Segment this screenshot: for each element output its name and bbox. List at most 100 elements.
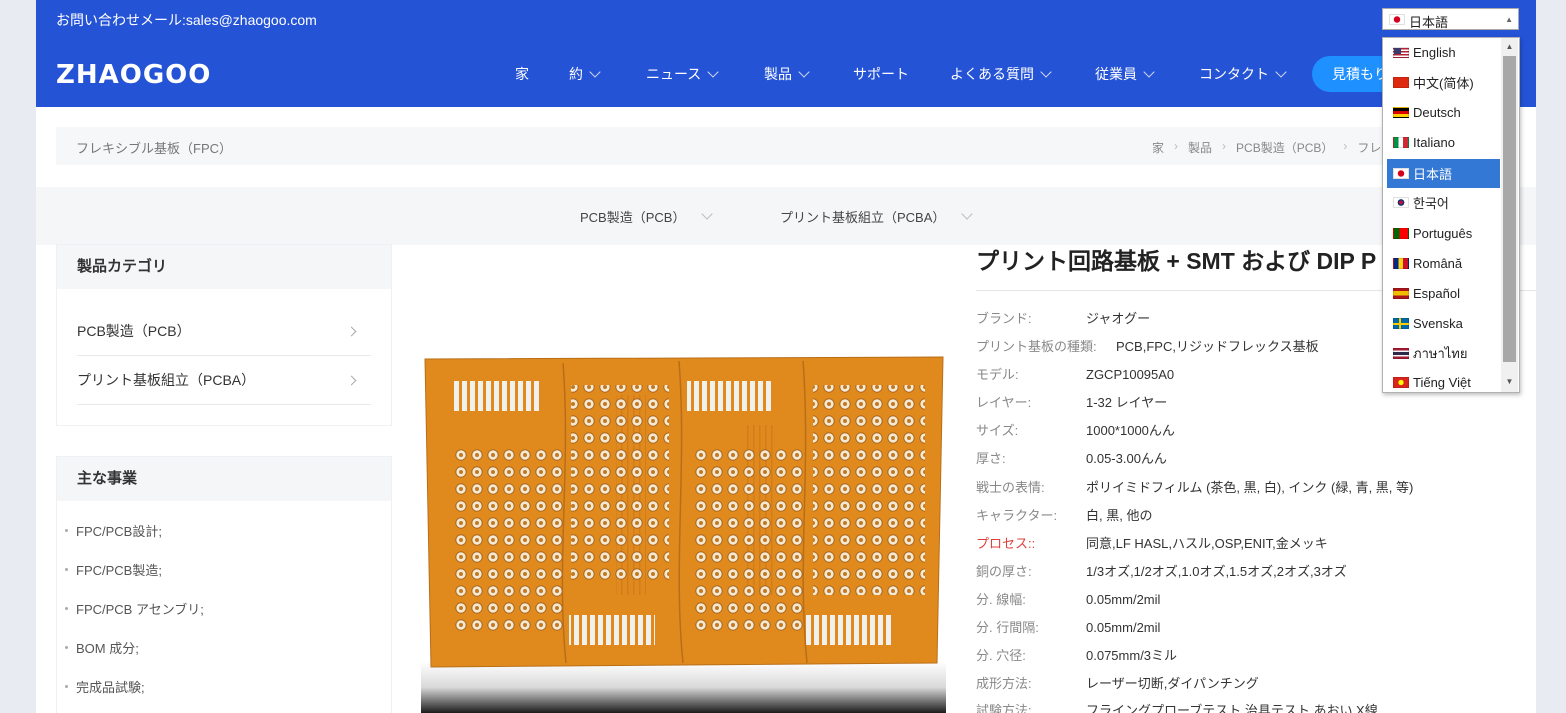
nav-about[interactable]: 約 — [569, 64, 601, 84]
spec-label: 試験方法: — [976, 703, 1032, 713]
language-option-japanese[interactable]: 日本語 — [1387, 159, 1500, 188]
language-option-label: Italiano — [1413, 135, 1455, 150]
nav-home[interactable]: 家 — [515, 64, 529, 84]
language-option-spanish[interactable]: Español — [1387, 279, 1500, 308]
spec-value: 1-32 レイヤー — [1086, 395, 1168, 410]
language-option-romanian[interactable]: Română — [1387, 249, 1500, 278]
language-option-korean[interactable]: 한국어 — [1387, 188, 1500, 217]
nav-label: 約 — [569, 66, 583, 82]
scroll-down-icon[interactable]: ▼ — [1503, 375, 1516, 389]
us-flag-icon — [1393, 47, 1409, 58]
language-option-chinese[interactable]: 中文(简体) — [1387, 68, 1500, 97]
spec-label: ブランド: — [976, 311, 1032, 326]
spec-value: ポリイミドフィルム (茶色, 黒, 白), インク (緑, 青, 黒, 等) — [1086, 480, 1414, 495]
scrollbar-thumb[interactable] — [1503, 56, 1516, 362]
breadcrumb-separator-icon: › — [1222, 139, 1227, 153]
chevron-down-icon — [798, 65, 810, 78]
sidebar-item-pcba[interactable]: プリント基板組立（PCBA） — [77, 356, 371, 405]
chevron-down-icon — [589, 65, 601, 78]
korea-flag-icon — [1393, 197, 1409, 208]
language-option-thai[interactable]: ภาษาไทย — [1387, 339, 1500, 368]
spec-label: 銅の厚さ: — [976, 564, 1032, 579]
breadcrumb-pcb[interactable]: PCB製造（PCB） — [1236, 139, 1333, 156]
nav-news[interactable]: ニュース — [646, 64, 719, 84]
spec-row: プロセス:: 同意,LF HASL,ハスル,OSP,ENIT,金メッキ — [976, 533, 1328, 553]
sidebar-categories-title: 製品カテゴリ — [57, 245, 391, 289]
spec-label: プリント基板の種類: — [976, 339, 1097, 354]
site-header: お問い合わせメール:sales@zhaogoo.com ZHAOGOO 家 約 … — [36, 0, 1536, 107]
tab-pcb-manufacturing[interactable]: PCB製造（PCB） — [580, 207, 714, 226]
bullet-icon — [65, 607, 68, 610]
nav-label: 従業員 — [1095, 66, 1137, 82]
chevron-down-icon — [701, 208, 714, 220]
breadcrumb-home[interactable]: 家 — [1152, 139, 1164, 156]
spec-value: ジャオグー — [1086, 311, 1151, 326]
list-item-label: 完成品試験; — [76, 680, 145, 695]
language-option-label: 中文(简体) — [1413, 76, 1474, 91]
list-item-label: FPC/PCB アセンブリ; — [76, 602, 204, 617]
contact-email[interactable]: お問い合わせメール:sales@zhaogoo.com — [56, 10, 317, 30]
nav-products[interactable]: 製品 — [764, 64, 810, 84]
chevron-down-icon — [707, 65, 719, 78]
spec-value: 0.05mm/2mil — [1086, 592, 1161, 607]
language-option-german[interactable]: Deutsch — [1387, 98, 1500, 127]
language-select[interactable]: 日本語 ▲ — [1382, 8, 1519, 30]
chevron-down-icon — [1040, 65, 1052, 78]
spec-value: 0.05mm/2mil — [1086, 620, 1161, 635]
breadcrumb-separator-icon: › — [1174, 139, 1179, 153]
spec-label: プロセス:: — [976, 536, 1036, 551]
tab-pcb-assembly[interactable]: プリント基板組立（PCBA） — [780, 207, 974, 226]
language-option-english[interactable]: English — [1387, 38, 1500, 67]
spec-row: キャラクター: 白, 黒, 他の — [976, 505, 1152, 525]
language-option-vietnamese[interactable]: Tiếng Việt — [1387, 368, 1500, 392]
sidebar-item-pcb[interactable]: PCB製造（PCB） — [77, 307, 371, 356]
japan-flag-icon — [1389, 14, 1405, 25]
page-title: フレキシブル基板（FPC） — [76, 141, 233, 156]
language-option-label: English — [1413, 45, 1456, 60]
nav-employees[interactable]: 従業員 — [1095, 64, 1155, 84]
language-option-portuguese[interactable]: Português — [1387, 219, 1500, 248]
spec-label: キャラクター: — [976, 508, 1058, 523]
list-item-label: FPC/PCB設計; — [76, 524, 162, 539]
language-option-italian[interactable]: Italiano — [1387, 128, 1500, 157]
site-logo[interactable]: ZHAOGOO — [56, 60, 211, 90]
spec-value: 0.05-3.00んん — [1086, 451, 1167, 466]
spec-label: サイズ: — [976, 423, 1019, 438]
nav-contact[interactable]: コンタクト — [1199, 64, 1287, 84]
spec-label: 成形方法: — [976, 676, 1032, 691]
nav-label: よくある質問 — [950, 66, 1034, 82]
spec-row: 厚さ: 0.05-3.00んん — [976, 448, 1167, 468]
spec-label: 分. 行間隔: — [976, 620, 1039, 635]
spec-label: 戦士の表情: — [976, 480, 1045, 495]
nav-label: 家 — [515, 66, 529, 82]
language-option-label: 한국어 — [1413, 196, 1449, 211]
product-title: プリント回路基板 + SMT および DIP P — [976, 248, 1377, 274]
nav-faq[interactable]: よくある質問 — [950, 64, 1052, 84]
spec-row: 戦士の表情: ポリイミドフィルム (茶色, 黒, 白), インク (緑, 青, 黒… — [976, 477, 1413, 497]
spec-label: 厚さ: — [976, 451, 1006, 466]
sweden-flag-icon — [1393, 318, 1409, 329]
italy-flag-icon — [1393, 137, 1409, 148]
bullet-icon — [65, 529, 68, 532]
language-option-swedish[interactable]: Svenska — [1387, 309, 1500, 338]
spec-row: 分. 行間隔: 0.05mm/2mil — [976, 617, 1160, 637]
nav-support[interactable]: サポート — [853, 64, 909, 84]
scroll-up-icon[interactable]: ▲ — [1503, 40, 1516, 54]
spec-value: 1/3オズ,1/2オズ,1.0オズ,1.5オズ,2オズ,3オズ — [1086, 564, 1347, 579]
spec-row: 試験方法: フライングプローブテスト,治具テスト,あおい,X線 — [976, 700, 1378, 713]
spec-value: 同意,LF HASL,ハスル,OSP,ENIT,金メッキ — [1086, 536, 1328, 551]
spec-row: 銅の厚さ: 1/3オズ,1/2オズ,1.0オズ,1.5オズ,2オズ,3オズ — [976, 561, 1347, 581]
spec-row: サイズ: 1000*1000んん — [976, 420, 1175, 440]
spec-row: 分. 線幅: 0.05mm/2mil — [976, 589, 1160, 609]
breadcrumb-products[interactable]: 製品 — [1188, 139, 1212, 156]
vietnam-flag-icon — [1393, 377, 1409, 388]
product-image[interactable] — [421, 345, 946, 713]
spec-value: ZGCP10095A0 — [1086, 367, 1175, 382]
spec-row: 分. 穴径: 0.075mm/3ミル — [976, 645, 1177, 665]
language-option-label: 日本語 — [1413, 167, 1453, 182]
language-option-label: Deutsch — [1413, 105, 1461, 120]
spec-label: 分. 線幅: — [976, 592, 1026, 607]
language-option-label: Español — [1413, 286, 1460, 301]
language-option-label: Svenska — [1413, 316, 1463, 331]
bullet-icon — [65, 568, 68, 571]
